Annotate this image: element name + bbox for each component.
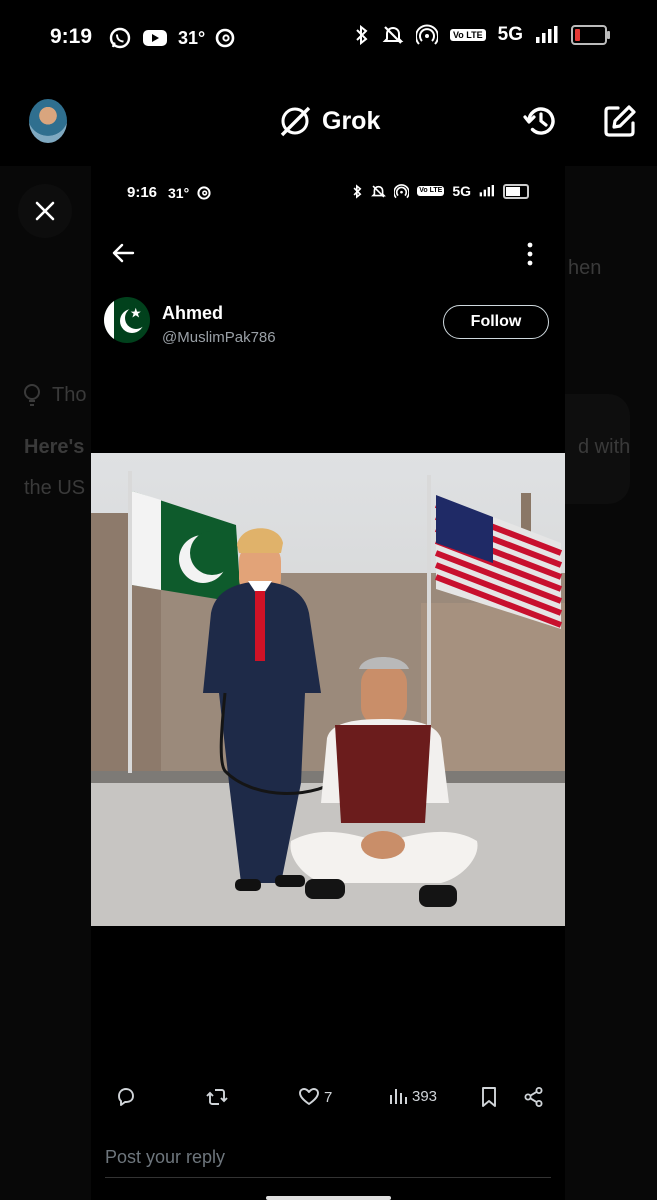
author-name[interactable]: Ahmed	[162, 303, 223, 324]
reply-input[interactable]: Post your reply	[105, 1147, 551, 1178]
post-action-bar: 7 393	[91, 1086, 565, 1116]
follow-button[interactable]: Follow	[443, 305, 549, 339]
author-avatar[interactable]	[104, 297, 150, 343]
like-button[interactable]: 7	[298, 1086, 332, 1108]
attached-screenshot[interactable]: 9:16 31° Vo LTE 5G Ahmed @MuslimPak786 F…	[91, 166, 565, 1200]
bg-text-fragment: Here's	[24, 436, 85, 458]
avatar[interactable]	[29, 99, 67, 143]
whatsapp-icon	[109, 27, 131, 49]
views-button[interactable]: 393	[388, 1086, 437, 1106]
home-indicator	[266, 1196, 391, 1200]
bluetooth-icon	[353, 183, 362, 199]
bg-text-fragment: Tho	[52, 384, 87, 406]
signal-icon	[536, 26, 558, 43]
reply-icon	[118, 1088, 134, 1106]
author-handle[interactable]: @MuslimPak786	[162, 329, 276, 346]
network-type: 5G	[497, 24, 523, 45]
status-left-icons: 31°	[108, 26, 235, 50]
signal-icon	[479, 185, 494, 197]
inner-network-type: 5G	[452, 183, 471, 199]
post-image[interactable]	[91, 453, 565, 926]
bluetooth-icon	[356, 24, 368, 46]
compose-icon[interactable]	[601, 102, 639, 140]
reply-button[interactable]	[115, 1086, 137, 1108]
hotspot-icon	[394, 183, 410, 198]
bg-text-fragment: the US	[24, 477, 86, 499]
mute-icon	[371, 184, 387, 198]
views-count: 393	[412, 1087, 438, 1105]
share-button[interactable]	[523, 1086, 545, 1108]
share-icon	[524, 1087, 543, 1107]
threads-icon	[197, 186, 211, 200]
volte-icon: Vo LTE	[449, 29, 486, 41]
lightbulb-icon	[24, 384, 40, 406]
youtube-icon	[143, 30, 167, 46]
app-title-text: Grok	[322, 106, 381, 135]
volte-icon: Vo LTE	[417, 186, 445, 196]
heart-icon	[299, 1088, 319, 1105]
app-bar: Grok	[0, 78, 657, 166]
mute-icon	[382, 26, 404, 44]
inner-status-time: 9:16	[127, 184, 158, 201]
status-bar: 9:19 31° Vo LTE 5G	[0, 0, 657, 78]
history-icon[interactable]	[522, 102, 560, 140]
status-right-icons: Vo LTE 5G	[354, 24, 610, 46]
status-time: 9:19	[50, 25, 93, 48]
repost-button[interactable]	[205, 1086, 229, 1108]
views-icon	[390, 1089, 407, 1104]
close-button[interactable]	[18, 184, 72, 238]
battery-low-icon	[571, 25, 610, 45]
like-count: 7	[324, 1088, 333, 1106]
inner-status-temperature: 31°	[168, 185, 190, 201]
app-title: Grok	[278, 104, 380, 138]
back-arrow-icon[interactable]	[111, 242, 135, 264]
hotspot-icon	[415, 24, 438, 45]
grok-logo-icon	[280, 106, 311, 137]
inner-status-right: Vo LTE 5G	[352, 183, 529, 199]
bg-text-fragment: d with	[578, 436, 631, 458]
close-icon	[35, 201, 55, 221]
bg-text-fragment: hen	[568, 257, 602, 279]
bookmark-button[interactable]	[480, 1086, 498, 1108]
bookmark-icon	[482, 1087, 496, 1107]
pakistan-flag-avatar	[104, 297, 150, 343]
threads-icon	[215, 28, 235, 48]
status-temperature: 31°	[178, 27, 206, 48]
repost-icon	[206, 1089, 228, 1105]
more-options-icon[interactable]	[525, 242, 535, 266]
battery-icon	[503, 183, 529, 199]
